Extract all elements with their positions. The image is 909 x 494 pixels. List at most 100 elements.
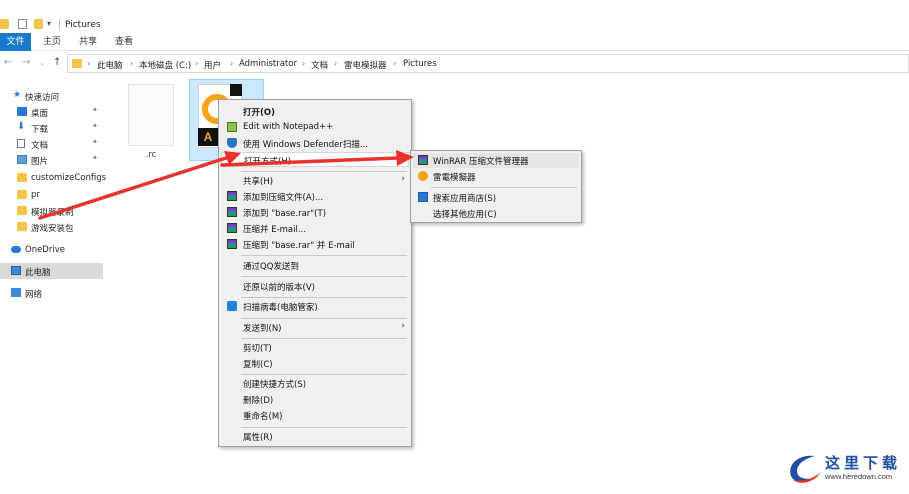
customize-toolbar-icon[interactable]: ▾	[47, 19, 56, 29]
chevron-right-icon[interactable]: ›	[195, 59, 198, 68]
breadcrumb-item[interactable]: 本地磁盘 (C:)	[139, 59, 191, 71]
winrar-icon	[227, 239, 237, 249]
nav-item-downloads[interactable]: ⬇ 下载 ✦	[0, 120, 103, 136]
store-icon	[418, 192, 428, 202]
open-with-submenu: WinRAR 压缩文件管理器 雷電模擬器 搜索应用商店(S) 选择其他应用(C)	[410, 150, 582, 223]
submenu-item-store[interactable]: 搜索应用商店(S)	[413, 190, 579, 205]
menu-item-create-shortcut[interactable]: 创建快捷方式(S)	[221, 376, 409, 391]
menu-item-open-with[interactable]: 打开方式(H)	[221, 152, 409, 167]
nav-item-quick-access[interactable]: ★ 快速访问	[0, 88, 103, 104]
menu-item-label: 扫描病毒(电脑管家)	[243, 303, 318, 313]
leidian-emulator-icon	[418, 171, 428, 181]
file-name[interactable]: .rc	[128, 150, 174, 160]
nav-item-desktop[interactable]: 桌面 ✦	[0, 104, 103, 120]
computer-icon	[11, 266, 21, 275]
up-arrow-icon[interactable]: ↑	[53, 57, 61, 68]
breadcrumb-item[interactable]: 用户	[204, 59, 221, 71]
ribbon-tabs: 文件 主页 共享 查看	[0, 33, 909, 51]
menu-item-label: 打开方式(H)	[244, 157, 292, 167]
submenu-item-winrar[interactable]: WinRAR 压缩文件管理器	[413, 153, 579, 168]
chevron-right-icon[interactable]: ›	[302, 59, 305, 68]
menu-item-cut[interactable]: 剪切(T)	[221, 340, 409, 355]
menu-item-label: 压缩到 "base.rar" 并 E-mail	[243, 241, 355, 251]
folder-icon	[17, 173, 27, 182]
submenu-item-leidian[interactable]: 雷電模擬器	[413, 169, 579, 184]
properties-icon[interactable]	[18, 19, 27, 29]
nav-item-documents[interactable]: 文档 ✦	[0, 136, 103, 152]
nav-item-pictures[interactable]: 图片 ✦	[0, 152, 103, 168]
menu-item-add-base-rar[interactable]: 添加到 "base.rar"(T)	[221, 205, 409, 220]
chevron-right-icon[interactable]: ›	[130, 59, 133, 68]
menu-item-copy[interactable]: 复制(C)	[221, 356, 409, 371]
recent-dropdown-icon[interactable]: ⌄	[39, 59, 45, 67]
menu-item-notepad[interactable]: Edit with Notepad++	[221, 120, 409, 135]
breadcrumb-item[interactable]: Pictures	[403, 59, 437, 69]
chevron-right-icon[interactable]: ›	[87, 59, 90, 68]
breadcrumb-item[interactable]: 此电脑	[97, 59, 123, 71]
menu-item-restore-version[interactable]: 还原以前的版本(V)	[221, 279, 409, 294]
chevron-right-icon[interactable]: ›	[393, 59, 396, 68]
menu-item-label: 属性(R)	[243, 433, 273, 443]
tab-share[interactable]: 共享	[74, 33, 102, 51]
menu-separator	[241, 297, 407, 298]
menu-item-label: 使用 Windows Defender扫描...	[243, 140, 368, 150]
file-fold-icon	[230, 84, 242, 96]
menu-item-compress-base-email[interactable]: 压缩到 "base.rar" 并 E-mail	[221, 237, 409, 252]
menu-item-rename[interactable]: 重命名(M)	[221, 408, 409, 423]
title-separator	[59, 19, 60, 30]
menu-separator	[241, 338, 407, 339]
menu-item-label: 重命名(M)	[243, 412, 283, 422]
breadcrumb-item[interactable]: 雷电模拟器	[344, 59, 387, 71]
breadcrumb-item[interactable]: 文档	[311, 59, 328, 71]
nav-item-folder[interactable]: 模拟器录制	[0, 203, 103, 219]
chevron-right-icon[interactable]: ›	[230, 59, 233, 68]
watermark-url: www.heredown.com	[825, 472, 893, 481]
file-icon[interactable]	[128, 84, 174, 146]
menu-item-open[interactable]: 打开(O)	[221, 104, 409, 119]
defender-shield-icon	[227, 138, 237, 148]
tab-home[interactable]: 主页	[38, 33, 66, 51]
submenu-item-label: WinRAR 压缩文件管理器	[433, 157, 529, 167]
tab-view[interactable]: 查看	[110, 33, 138, 51]
menu-item-qq-send[interactable]: 通过QQ发送到	[221, 258, 409, 273]
nav-item-this-pc[interactable]: 此电脑	[0, 263, 103, 279]
menu-item-add-archive[interactable]: 添加到压缩文件(A)...	[221, 189, 409, 204]
pin-icon[interactable]: ✦	[92, 154, 98, 162]
nav-item-network[interactable]: 网络	[0, 285, 103, 301]
back-arrow-icon[interactable]: ←	[4, 57, 12, 68]
menu-item-label: 删除(D)	[243, 396, 274, 406]
context-menu: 打开(O) Edit with Notepad++ 使用 Windows Def…	[218, 99, 412, 447]
breadcrumb-item[interactable]: Administrator	[239, 59, 297, 69]
submenu-item-label: 选择其他应用(C)	[433, 210, 497, 220]
menu-item-compress-email[interactable]: 压缩并 E-mail...	[221, 221, 409, 236]
pin-icon[interactable]: ✦	[92, 106, 98, 114]
nav-item-label: customizeConfigs	[31, 173, 107, 183]
watermark: 这里下载 www.heredown.com	[785, 450, 907, 490]
menu-item-properties[interactable]: 属性(R)	[221, 429, 409, 444]
menu-item-label: 通过QQ发送到	[243, 262, 299, 272]
menu-item-send-to[interactable]: 发送到(N) ›	[221, 320, 409, 335]
nav-item-onedrive[interactable]: OneDrive	[0, 242, 103, 258]
menu-item-label: 添加到压缩文件(A)...	[243, 193, 324, 203]
nav-item-label: 游戏安装包	[31, 224, 74, 234]
nav-item-folder[interactable]: pr	[0, 187, 103, 203]
menu-item-share[interactable]: 共享(H) ›	[221, 173, 409, 188]
forward-arrow-icon[interactable]: →	[22, 57, 30, 68]
menu-item-delete[interactable]: 删除(D)	[221, 392, 409, 407]
chevron-right-icon[interactable]: ›	[334, 59, 337, 68]
download-icon: ⬇	[17, 121, 26, 132]
pin-icon[interactable]: ✦	[92, 122, 98, 130]
new-folder-icon[interactable]	[34, 19, 43, 29]
tab-file[interactable]: 文件	[0, 33, 31, 51]
nav-item-label: 文档	[31, 141, 49, 151]
submenu-item-other-app[interactable]: 选择其他应用(C)	[413, 206, 579, 221]
pin-icon[interactable]: ✦	[92, 138, 98, 146]
nav-item-folder[interactable]: customizeConfigs	[0, 170, 107, 186]
cloud-icon	[11, 246, 21, 253]
menu-item-defender[interactable]: 使用 Windows Defender扫描...	[221, 136, 409, 151]
winrar-icon	[418, 155, 428, 165]
address-bar[interactable]: › 此电脑 › 本地磁盘 (C:) › 用户 › Administrator ›…	[67, 54, 909, 73]
desktop-icon	[17, 107, 27, 116]
nav-item-folder[interactable]: 游戏安装包	[0, 219, 103, 235]
menu-item-scan-virus[interactable]: 扫描病毒(电脑管家)	[221, 299, 409, 314]
